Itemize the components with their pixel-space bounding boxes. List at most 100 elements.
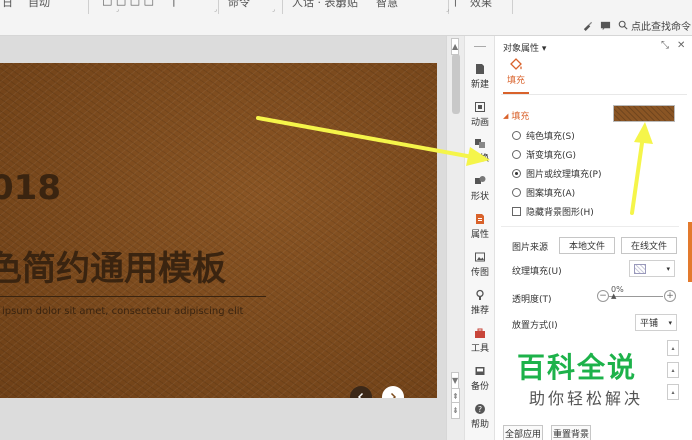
sidebar-item-tools[interactable]: 工具 xyxy=(465,322,495,358)
group-launcher-icon[interactable]: ⌟ xyxy=(116,6,119,13)
toolbox-icon xyxy=(475,328,485,338)
transparency-label: 透明度(T) xyxy=(512,295,552,305)
transition-icon xyxy=(475,138,485,148)
group-launcher-icon[interactable]: ⌟ xyxy=(214,6,217,13)
sidebar-item-label: 属性 xyxy=(470,229,489,240)
sidebar-item-label: 工具 xyxy=(470,343,489,354)
offset-stepper[interactable]: ▴ xyxy=(667,362,679,378)
close-icon[interactable]: ✕ xyxy=(677,40,685,51)
sidebar-item-label: 帮助 xyxy=(470,419,489,430)
slider-handle[interactable]: ▲ xyxy=(611,292,616,300)
watermark-subtitle: 助你轻松解决 xyxy=(529,389,644,408)
ribbon-fragment: 智慧 xyxy=(376,0,398,9)
texture-fill-label: 纹理填充(U) xyxy=(512,267,562,277)
ribbon-fragment: │ xyxy=(452,0,459,7)
apply-all-button[interactable]: 全部应用 xyxy=(503,425,543,440)
ribbon-fragment: □ □ □ □ xyxy=(102,0,155,7)
sidebar-item-recommend[interactable]: 推荐 xyxy=(465,284,495,320)
sidebar-item-properties[interactable]: 属性 xyxy=(465,208,495,244)
option-label: 图片或纹理填充(P) xyxy=(526,170,602,180)
placement-value: 平铺 xyxy=(640,319,659,329)
placement-label: 放置方式(I) xyxy=(512,321,558,331)
collapse-panel-icon[interactable]: ⤡ xyxy=(661,40,669,51)
offset-stepper[interactable]: ▴ xyxy=(667,384,679,400)
next-page-icon[interactable]: ⇟ xyxy=(451,402,460,419)
sidebar-item-label: 动画 xyxy=(470,117,489,128)
sidebar-item-upload-image[interactable]: 传图 xyxy=(465,246,495,282)
radio-button-selected[interactable] xyxy=(512,169,521,178)
panel-edge-tab[interactable] xyxy=(688,222,692,282)
slide-canvas[interactable]: 018 色简约通用模板 ipsum dolor sit amet, consec… xyxy=(0,36,446,440)
option-gradient-fill[interactable]: 渐变填充(G) xyxy=(512,148,576,161)
radio-button[interactable] xyxy=(512,188,521,197)
chevron-left-icon xyxy=(357,392,364,398)
radio-button[interactable] xyxy=(512,131,521,140)
group-launcher-icon[interactable]: ⌟ xyxy=(272,6,275,13)
offset-stepper[interactable]: ▴ xyxy=(667,340,679,356)
group-launcher-icon[interactable]: ⌟ xyxy=(446,6,449,13)
checkbox[interactable] xyxy=(512,207,521,216)
slide-subtitle[interactable]: ipsum dolor sit amet, consectetur adipis… xyxy=(2,306,243,317)
sidebar-grip[interactable] xyxy=(474,46,486,47)
prev-slide-button[interactable] xyxy=(350,386,372,398)
tab-divider xyxy=(501,94,687,95)
tab-fill-label: 填充 xyxy=(506,76,525,86)
sidebar-item-transition[interactable]: 切换 xyxy=(465,132,495,168)
ribbon-separator xyxy=(88,0,89,14)
scroll-down-icon[interactable]: ▼ xyxy=(451,372,460,389)
object-properties-panel: 对象属性 ▾ ⤡ ✕ 填充 ◢ 填充 纯色填充(S) 渐变填充(G) 图片或纹理… xyxy=(494,36,692,440)
ribbon-fragment: 剪贴 xyxy=(336,0,358,9)
placement-dropdown[interactable]: 平铺 ▾ xyxy=(635,314,677,331)
option-hide-background[interactable]: 隐藏背景图形(H) xyxy=(512,205,594,218)
ribbon: 日 自动 □ □ □ □ | 命令 人话 · 表示 剪贴 智慧 │ 效果 ⌟ ⌟… xyxy=(0,0,692,36)
properties-icon xyxy=(476,213,484,224)
decrease-transparency-button[interactable]: − xyxy=(597,290,609,302)
scroll-up-icon[interactable]: ▲ xyxy=(451,38,460,55)
chevron-down-icon: ▾ xyxy=(666,264,670,273)
radio-button[interactable] xyxy=(512,150,521,159)
vertical-scrollbar[interactable]: ▲ ▼ ⇞ ⇟ xyxy=(446,36,464,440)
sidebar-item-shape[interactable]: 形状 xyxy=(465,170,495,206)
caret-down-icon: ◢ xyxy=(503,111,509,120)
option-pattern-fill[interactable]: 图案填充(A) xyxy=(512,186,575,199)
online-file-button[interactable]: 在线文件 xyxy=(621,237,677,254)
transparency-slider[interactable]: ▲ xyxy=(609,292,663,300)
sidebar-item-backup[interactable]: 备份 xyxy=(465,360,495,396)
slide-divider xyxy=(0,296,266,297)
slide-year[interactable]: 018 xyxy=(0,168,61,208)
increase-transparency-button[interactable]: + xyxy=(664,290,676,302)
ribbon-separator xyxy=(282,0,283,14)
paint-bucket-icon xyxy=(510,58,522,70)
sidebar-item-help[interactable]: ? 帮助 xyxy=(465,398,495,434)
tab-fill[interactable]: 填充 xyxy=(505,58,527,86)
slide-title[interactable]: 色简约通用模板 xyxy=(0,241,226,290)
option-label: 隐藏背景图形(H) xyxy=(526,208,594,218)
fill-section-header[interactable]: ◢ 填充 xyxy=(503,109,529,123)
option-picture-texture-fill[interactable]: 图片或纹理填充(P) xyxy=(512,167,601,180)
chevron-down-icon: ▾ xyxy=(668,318,672,327)
next-slide-button[interactable] xyxy=(382,386,404,398)
texture-dropdown[interactable]: ▾ xyxy=(629,260,675,277)
sidebar-item-label: 传图 xyxy=(470,267,489,278)
option-solid-fill[interactable]: 纯色填充(S) xyxy=(512,129,575,142)
chevron-right-icon xyxy=(390,392,397,398)
reset-background-button[interactable]: 重置背景 xyxy=(551,425,591,440)
sidebar-item-animation[interactable]: 动画 xyxy=(465,96,495,132)
sidebar-item-new[interactable]: 新建 xyxy=(465,58,495,94)
texture-thumb-icon xyxy=(634,263,646,274)
picture-source-label: 图片来源 xyxy=(512,243,549,253)
brush-icon[interactable] xyxy=(582,17,593,33)
local-file-button[interactable]: 本地文件 xyxy=(559,237,615,254)
recommend-icon xyxy=(476,289,484,300)
svg-text:?: ? xyxy=(478,405,482,414)
shape-icon xyxy=(475,175,486,184)
panel-title[interactable]: 对象属性 ▾ xyxy=(503,41,546,54)
command-search-input[interactable]: 点此查找命令 xyxy=(618,17,691,33)
slide[interactable]: 018 色简约通用模板 ipsum dolor sit amet, consec… xyxy=(0,63,437,398)
scrollbar-thumb[interactable] xyxy=(452,54,460,114)
option-label: 纯色填充(S) xyxy=(526,132,575,142)
ribbon-fragment: 效果 xyxy=(470,0,492,9)
texture-preview-swatch[interactable] xyxy=(613,105,675,122)
ribbon-separator xyxy=(512,0,513,14)
comment-icon[interactable] xyxy=(600,17,611,33)
